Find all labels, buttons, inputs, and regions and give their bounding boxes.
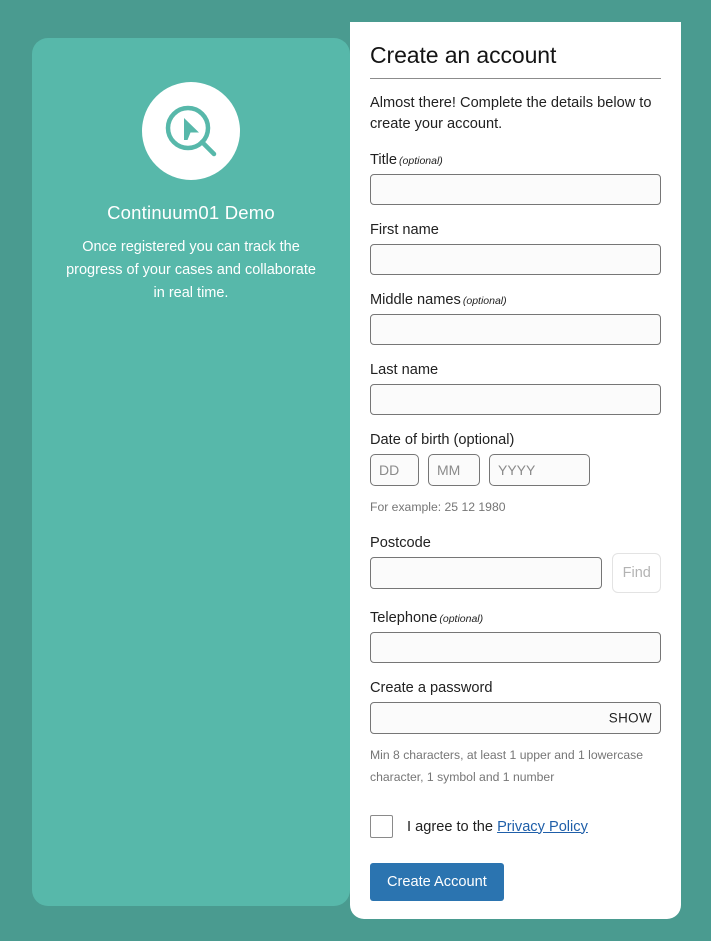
brand-tagline: Once registered you can track the progre… bbox=[66, 239, 316, 301]
field-label-middle-names-text: Middle names bbox=[370, 292, 461, 308]
create-account-button[interactable]: Create Account bbox=[370, 863, 504, 901]
brand-logo bbox=[142, 82, 240, 180]
field-label-date-of-birth: Date of birth (optional) bbox=[370, 432, 515, 448]
password-show-toggle[interactable]: SHOW bbox=[609, 711, 652, 726]
field-date-of-birth: Date of birth (optional) For example: 25… bbox=[370, 432, 661, 518]
magnifier-cursor-logo-icon bbox=[160, 100, 222, 162]
agreement-text: I agree to the bbox=[407, 818, 498, 835]
privacy-policy-link[interactable]: Privacy Policy bbox=[497, 819, 588, 835]
postcode-input[interactable] bbox=[370, 557, 603, 589]
field-password: Create a password SHOW Min 8 characters,… bbox=[370, 680, 661, 788]
dob-day-input[interactable] bbox=[370, 454, 419, 486]
password-wrap: SHOW bbox=[370, 702, 661, 734]
field-label-last-name: Last name bbox=[370, 362, 439, 378]
field-postcode: Postcode Find bbox=[370, 535, 661, 593]
password-hint: Min 8 characters, at least 1 upper and 1… bbox=[370, 748, 644, 784]
postcode-find-button[interactable]: Find bbox=[612, 553, 661, 593]
title-input[interactable] bbox=[370, 174, 661, 205]
field-first-name: First name bbox=[370, 222, 661, 275]
postcode-row: Find bbox=[370, 553, 661, 593]
field-label-telephone-text: Telephone bbox=[370, 610, 438, 626]
telephone-input[interactable] bbox=[370, 632, 661, 663]
field-label-title-text: Title bbox=[370, 152, 398, 168]
field-last-name: Last name bbox=[370, 362, 661, 415]
last-name-input[interactable] bbox=[370, 384, 661, 415]
form-intro-text: Almost there! Complete the details below… bbox=[370, 95, 652, 132]
first-name-input[interactable] bbox=[370, 244, 661, 275]
field-optional-tag-telephone: (optional) bbox=[439, 613, 484, 625]
page-title: Create an account bbox=[370, 42, 661, 79]
middle-names-input[interactable] bbox=[370, 314, 661, 345]
agreement-checkbox[interactable] bbox=[370, 815, 393, 838]
agreement-row: I agree to the Privacy Policy bbox=[370, 815, 661, 838]
brand-panel: Continuum01 Demo Once registered you can… bbox=[32, 38, 350, 906]
field-label-telephone: Telephone (optional) bbox=[370, 610, 661, 626]
field-optional-tag-middle-names: (optional) bbox=[462, 295, 507, 307]
dob-month-input[interactable] bbox=[428, 454, 480, 486]
field-label-middle-names: Middle names (optional) bbox=[370, 292, 661, 308]
brand-name: Continuum01 Demo bbox=[107, 202, 275, 223]
field-optional-tag-title: (optional) bbox=[399, 155, 443, 167]
field-middle-names: Middle names (optional) bbox=[370, 292, 661, 345]
field-label-postcode: Postcode bbox=[370, 535, 431, 551]
agreement-label: I agree to the Privacy Policy bbox=[407, 819, 588, 835]
field-title: Title (optional) bbox=[370, 152, 661, 205]
dob-year-input[interactable] bbox=[489, 454, 590, 486]
field-label-first-name: First name bbox=[370, 222, 439, 238]
registration-form-panel: Create an account Almost there! Complete… bbox=[350, 22, 681, 919]
date-of-birth-inputs bbox=[370, 454, 661, 486]
field-telephone: Telephone (optional) bbox=[370, 610, 661, 663]
field-label-password: Create a password bbox=[370, 680, 493, 696]
field-label-title: Title (optional) bbox=[370, 152, 661, 168]
dob-hint: For example: 25 12 1980 bbox=[370, 500, 506, 514]
